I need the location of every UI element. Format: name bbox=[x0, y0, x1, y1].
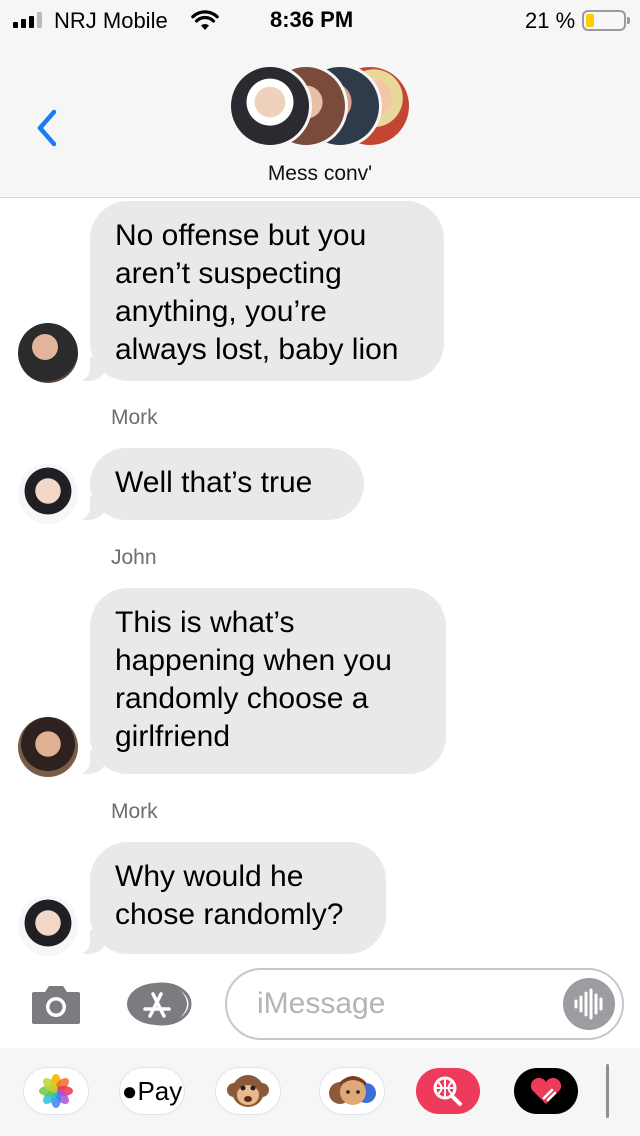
sender-avatar[interactable] bbox=[18, 464, 78, 524]
sender-avatar[interactable] bbox=[18, 717, 78, 777]
group-avatar-stack[interactable] bbox=[228, 64, 414, 150]
message-list[interactable]: No offense but you aren’t suspecting any… bbox=[0, 199, 640, 959]
photos-app-button[interactable] bbox=[24, 1068, 88, 1114]
battery-icon bbox=[582, 10, 630, 31]
conversation-header: NRJ Mobile 8:36 PM 21 % Mess conv' bbox=[0, 0, 640, 198]
sender-name: Mork bbox=[111, 800, 158, 823]
animoji-app-button[interactable] bbox=[216, 1068, 280, 1114]
message-input-placeholder: iMessage bbox=[257, 987, 386, 1020]
photos-icon bbox=[39, 1074, 73, 1108]
conversation-title[interactable]: Mess conv' bbox=[0, 162, 640, 186]
avatar bbox=[228, 64, 312, 148]
battery-percentage: 21 % bbox=[525, 8, 576, 33]
memoji-app-button[interactable] bbox=[320, 1068, 384, 1114]
apple-pay-text: Pay bbox=[137, 1076, 183, 1106]
memoji-stickers-icon bbox=[329, 1076, 376, 1105]
message-bubble[interactable]: No offense but you aren’t suspecting any… bbox=[77, 201, 444, 381]
app-store-icon[interactable] bbox=[126, 982, 192, 1026]
carrier-name: NRJ Mobile bbox=[54, 8, 168, 33]
clock: 8:36 PM bbox=[270, 7, 354, 32]
heart-touch-icon bbox=[530, 1077, 562, 1104]
sender-name: John bbox=[111, 546, 157, 569]
sender-avatar[interactable] bbox=[18, 896, 78, 956]
globe-search-icon bbox=[433, 1076, 462, 1106]
signal-strength-icon bbox=[13, 12, 42, 28]
camera-icon[interactable] bbox=[30, 982, 82, 1026]
digital-touch-app-button[interactable] bbox=[514, 1068, 578, 1114]
status-bar: NRJ Mobile 8:36 PM 21 % bbox=[0, 0, 640, 40]
apple-logo-icon: ● bbox=[121, 1076, 138, 1106]
sender-avatar[interactable] bbox=[18, 323, 78, 383]
app-drawer: ●Pay bbox=[0, 1048, 640, 1136]
audio-message-button[interactable] bbox=[563, 978, 615, 1030]
message-bubble[interactable]: Why would he chose randomly? bbox=[77, 842, 386, 954]
image-search-app-button[interactable] bbox=[416, 1068, 480, 1114]
wifi-icon bbox=[191, 10, 219, 30]
apple-pay-app-button[interactable]: ●Pay bbox=[120, 1068, 184, 1114]
message-bubble[interactable]: Well that’s true bbox=[77, 448, 364, 520]
apple-pay-label: ●Pay bbox=[120, 1068, 184, 1114]
monkey-icon bbox=[227, 1075, 269, 1107]
compose-bar: iMessage bbox=[0, 960, 640, 1048]
message-bubble[interactable]: This is what’s happening when you random… bbox=[77, 588, 446, 774]
message-input[interactable]: iMessage bbox=[225, 968, 624, 1040]
waveform-icon bbox=[574, 988, 603, 1020]
sender-name: Mork bbox=[111, 406, 158, 429]
drawer-divider bbox=[606, 1064, 609, 1118]
back-chevron-icon[interactable] bbox=[30, 106, 64, 150]
